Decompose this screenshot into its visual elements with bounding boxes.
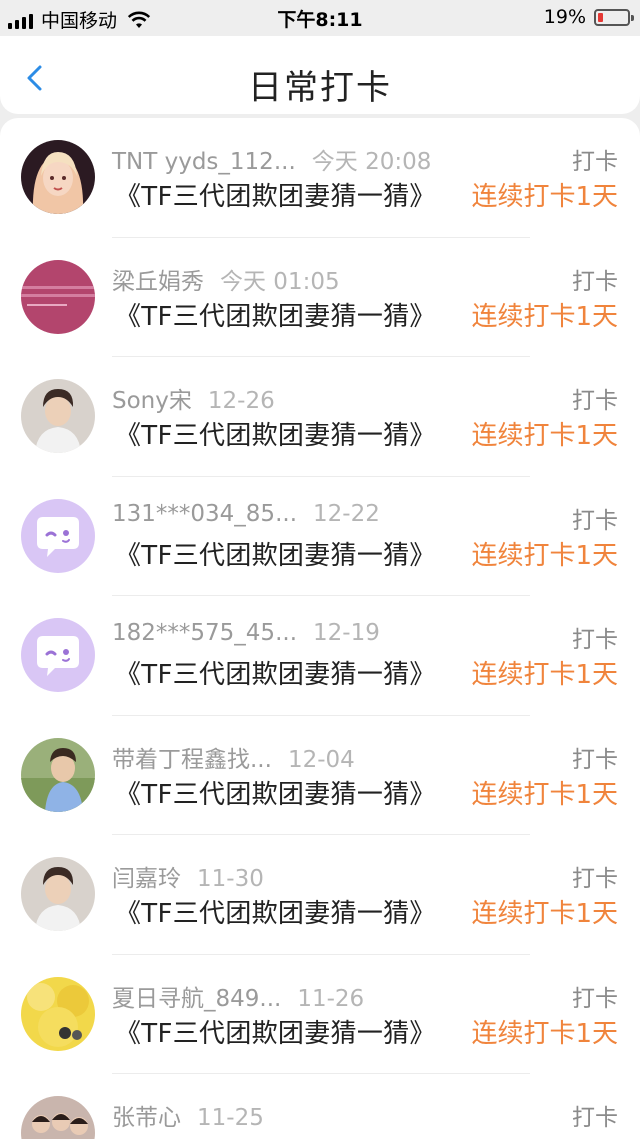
avatar[interactable] xyxy=(21,618,95,692)
item-meta: 182***575_45... 12-19 xyxy=(112,620,380,646)
list-item[interactable]: Sony宋 12-26 打卡《TF三代团欺团妻猜一猜》 连续打卡1天 xyxy=(0,357,640,477)
page-title: 日常打卡 xyxy=(248,68,392,108)
item-meta: 梁丘娟秀 今天 01:05 xyxy=(112,262,340,296)
user-name: 梁丘娟秀 xyxy=(112,268,204,295)
checkin-tag: 打卡 xyxy=(572,507,618,534)
item-meta: Sony宋 12-26 xyxy=(112,381,275,415)
streak-label: 连续打卡1天 xyxy=(471,540,618,571)
list-item[interactable]: 夏日寻航_849... 11-26 打卡《TF三代团欺团妻猜一猜》 连续打卡1天 xyxy=(0,955,640,1075)
user-name: 带着丁程鑫找... xyxy=(112,746,272,773)
item-title: 《TF三代团欺团妻猜一猜》 xyxy=(115,779,436,810)
avatar[interactable] xyxy=(21,737,95,812)
avatar[interactable] xyxy=(21,259,95,334)
streak-label: 连续打卡1天 xyxy=(471,660,618,690)
list-item[interactable]: 梁丘娟秀 今天 01:05 打卡《TF三代团欺团妻猜一猜》 连续打卡1天 xyxy=(0,238,640,358)
streak-label: 连续打卡1天 xyxy=(471,779,618,810)
item-title: 《TF三代团欺团妻猜一猜》 xyxy=(115,899,436,929)
item-meta: 131***034_85... 12-22 xyxy=(112,501,380,527)
streak-label: 连续打卡1天 xyxy=(471,182,618,212)
item-title: 《TF三代团欺团妻猜一猜》 xyxy=(115,1018,436,1049)
checkin-tag: 打卡 xyxy=(572,746,618,773)
item-time: 12-22 xyxy=(313,500,380,527)
list-item[interactable]: 张芾心 11-25 打卡 xyxy=(0,1074,640,1139)
avatar[interactable] xyxy=(21,976,95,1051)
item-title: 《TF三代团欺团妻猜一猜》 xyxy=(115,540,436,571)
item-title: 《TF三代团欺团妻猜一猜》 xyxy=(115,301,436,332)
item-title: 《TF三代团欺团妻猜一猜》 xyxy=(115,182,436,212)
list-item[interactable]: 闫嘉玲 11-30 打卡《TF三代团欺团妻猜一猜》 连续打卡1天 xyxy=(0,835,640,955)
avatar[interactable] xyxy=(21,857,95,931)
streak-label: 连续打卡1天 xyxy=(471,301,618,332)
list-item[interactable]: 131***034_85... 12-22 打卡《TF三代团欺团妻猜一猜》 连续打卡1… xyxy=(0,477,640,597)
item-title: 《TF三代团欺团妻猜一猜》 xyxy=(115,421,436,451)
user-name: 闫嘉玲 xyxy=(112,866,181,892)
user-name: TNT yyds_112... xyxy=(112,149,296,175)
list-item[interactable]: 带着丁程鑫找... 12-04 打卡《TF三代团欺团妻猜一猜》 连续打卡1天 xyxy=(0,716,640,836)
checkin-tag: 打卡 xyxy=(572,149,618,175)
checkin-tag: 打卡 xyxy=(572,866,618,892)
checkin-tag: 打卡 xyxy=(572,388,618,414)
streak-label: 连续打卡1天 xyxy=(471,899,618,929)
nav-bar: 日常打卡 xyxy=(0,36,640,114)
user-name: 131***034_85... xyxy=(112,500,297,527)
item-time: 11-25 xyxy=(197,1105,264,1131)
list-item[interactable]: 182***575_45... 12-19 打卡《TF三代团欺团妻猜一猜》 连续打卡1… xyxy=(0,596,640,716)
item-meta: 带着丁程鑫找... 12-04 xyxy=(112,740,355,774)
checkin-tag: 打卡 xyxy=(572,627,618,653)
item-time: 11-30 xyxy=(197,866,264,892)
item-time: 11-26 xyxy=(297,985,365,1012)
user-name: Sony宋 xyxy=(112,388,192,414)
battery-icon xyxy=(594,8,634,26)
item-meta: TNT yyds_112... 今天 20:08 xyxy=(112,142,431,176)
battery-fill xyxy=(598,12,603,22)
checkin-list: TNT yyds_112... 今天 20:08 打卡 《TF三代团欺团妻猜一猜》 连续… xyxy=(0,118,640,1139)
user-name: 夏日寻航_849... xyxy=(112,985,282,1012)
item-meta: 夏日寻航_849... 11-26 xyxy=(112,979,364,1013)
avatar[interactable] xyxy=(21,1096,95,1139)
status-bar: 中国移动 下午8:11 19% xyxy=(0,0,640,36)
item-meta: 闫嘉玲 11-30 xyxy=(112,859,264,893)
user-name: 张芾心 xyxy=(112,1105,181,1131)
item-time: 12-19 xyxy=(313,620,380,646)
streak-label: 连续打卡1天 xyxy=(471,1018,618,1049)
avatar[interactable] xyxy=(21,498,95,573)
list-item[interactable]: TNT yyds_112... 今天 20:08 打卡《TF三代团欺团妻猜一猜》 连续… xyxy=(0,118,640,238)
battery-percent: 19% xyxy=(543,6,586,28)
checkin-tag: 打卡 xyxy=(572,268,618,295)
status-right: 19% xyxy=(543,6,634,28)
item-title: 《TF三代团欺团妻猜一猜》 xyxy=(115,660,436,690)
item-time: 今天 01:05 xyxy=(220,268,340,295)
checkin-tag: 打卡 xyxy=(572,1105,618,1131)
checkin-tag: 打卡 xyxy=(572,985,618,1012)
item-time: 12-26 xyxy=(207,388,275,414)
avatar[interactable] xyxy=(21,379,95,453)
avatar[interactable] xyxy=(21,140,95,214)
item-time: 今天 20:08 xyxy=(311,149,432,175)
streak-label: 连续打卡1天 xyxy=(471,421,618,451)
user-name: 182***575_45... xyxy=(112,620,297,646)
item-time: 12-04 xyxy=(287,746,355,773)
item-meta: 张芾心 11-25 xyxy=(112,1098,264,1132)
